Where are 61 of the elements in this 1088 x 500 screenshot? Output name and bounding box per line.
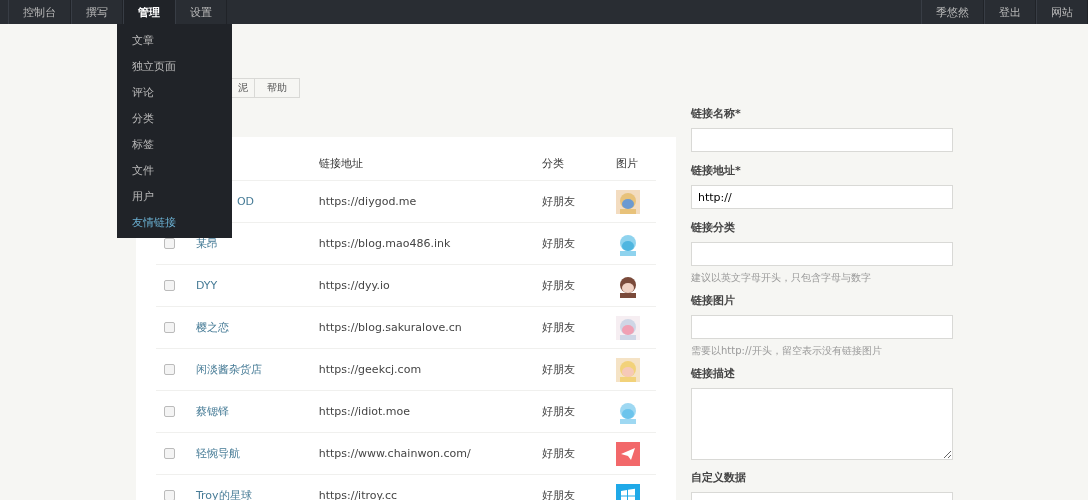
menu-item[interactable]: 用户	[117, 184, 232, 210]
table-cell-text: 好朋友	[542, 194, 577, 209]
table-cell-text: https://blog.mao486.ink	[318, 237, 452, 250]
link-name[interactable]: 樱之恋	[195, 321, 229, 334]
row-checkbox[interactable]	[164, 364, 175, 375]
table-cell-text: 好朋友	[542, 236, 577, 251]
link-name[interactable]: 轻惋导航	[195, 447, 240, 460]
field-label: 链接描述	[691, 366, 736, 381]
field-hint: 需要以http://开头，留空表示没有链接图片	[691, 344, 883, 358]
column-header: 分类	[542, 156, 566, 171]
table-cell-text: https://blog.sakuralove.cn	[318, 321, 463, 334]
menu-item[interactable]: 文件	[117, 158, 232, 184]
link-name[interactable]: OD	[236, 195, 255, 208]
input-field[interactable]: http://	[691, 185, 953, 209]
menu-item[interactable]: 文章	[117, 28, 232, 54]
table-cell-text: https://dyy.io	[318, 279, 391, 292]
table-cell-text: https://geekcj.com	[318, 363, 423, 376]
link-name[interactable]: 某昂	[195, 237, 218, 250]
table-cell-text: 好朋友	[542, 446, 577, 461]
nav-item[interactable]: 网站	[1036, 0, 1088, 24]
row-checkbox[interactable]	[164, 406, 175, 417]
table-cell-text: 好朋友	[542, 488, 577, 500]
row-checkbox[interactable]	[164, 238, 175, 249]
table-cell-text: 好朋友	[542, 320, 577, 335]
table-cell-text: https://diygod.me	[318, 195, 418, 208]
nav-item[interactable]: 季悠然	[921, 0, 984, 24]
table-cell-text: https://www.chainwon.com/	[318, 447, 472, 460]
row-checkbox[interactable]	[164, 280, 175, 291]
paper-plane-icon	[616, 441, 641, 466]
row-checkbox[interactable]	[164, 448, 175, 459]
field-hint: 建议以英文字母开头，只包含字母与数字	[691, 271, 872, 285]
tab-button[interactable]: 泥	[232, 78, 255, 98]
column-header: 图片	[616, 156, 640, 171]
field-label: 链接分类	[691, 220, 736, 235]
menu-item[interactable]: 独立页面	[117, 54, 232, 80]
table-cell-text: 好朋友	[542, 404, 577, 419]
link-name[interactable]: 闲淡酱杂货店	[195, 363, 262, 376]
table-cell-text: 好朋友	[542, 278, 577, 293]
field-label: 链接地址*	[691, 163, 742, 178]
table-cell-text: https://idiot.moe	[318, 405, 411, 418]
row-checkbox[interactable]	[164, 490, 175, 500]
link-name[interactable]: DYY	[195, 279, 218, 292]
field-label: 链接名称*	[691, 106, 742, 121]
input-field[interactable]	[691, 315, 953, 339]
row-checkbox[interactable]	[164, 322, 175, 333]
field-label: 自定义数据	[691, 470, 747, 485]
nav-item[interactable]: 登出	[984, 0, 1036, 24]
link-name[interactable]: 蔡锶铎	[195, 405, 229, 418]
column-header: 链接地址	[318, 156, 364, 171]
menu-item[interactable]: 分类	[117, 106, 232, 132]
nav-item[interactable]: 控制台	[8, 0, 71, 24]
menu-item[interactable]: 评论	[117, 80, 232, 106]
menu-item[interactable]: 友情链接	[117, 210, 232, 236]
tab-button[interactable]: 帮助	[255, 78, 300, 98]
text-area[interactable]	[691, 388, 953, 460]
field-label: 链接图片	[691, 293, 736, 308]
input-field[interactable]	[691, 128, 953, 152]
nav-item[interactable]: 管理	[123, 0, 175, 24]
menu-item[interactable]: 标签	[117, 132, 232, 158]
table-cell-text: 好朋友	[542, 362, 577, 377]
input-field[interactable]	[691, 242, 953, 266]
